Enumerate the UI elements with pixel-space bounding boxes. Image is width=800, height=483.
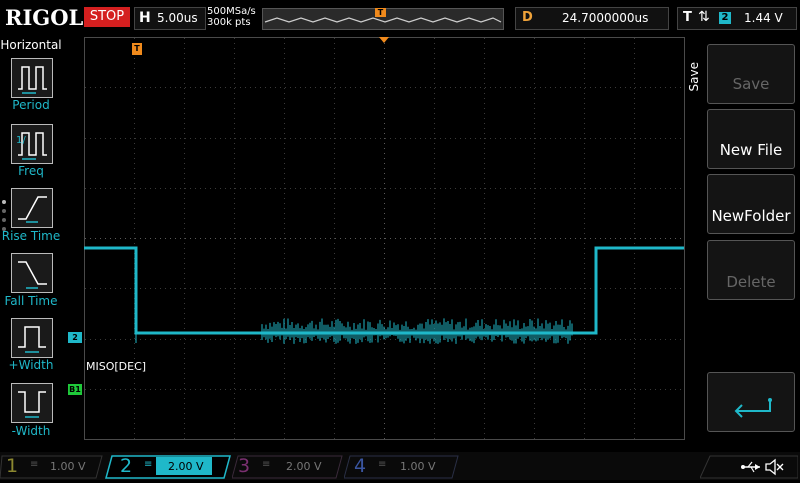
page-dot bbox=[2, 200, 6, 204]
overview-trigger-marker: T bbox=[375, 8, 386, 17]
svg-text:1/: 1/ bbox=[16, 135, 26, 146]
memory-overview-strip[interactable]: T bbox=[262, 8, 504, 30]
delay-box[interactable]: D 24.7000000us bbox=[515, 7, 669, 30]
timebase-box[interactable]: H 5.00us bbox=[134, 7, 206, 30]
channel-1-number: 1 bbox=[6, 455, 19, 477]
freq-icon: 1/ bbox=[16, 132, 47, 160]
channel-2-box[interactable]: 2 ≡ 2.00 V bbox=[104, 455, 232, 479]
brand-logo: RIGOL bbox=[5, 5, 84, 30]
new-file-button[interactable]: New File bbox=[707, 109, 795, 169]
measure-menu-title: Horizontal bbox=[0, 38, 62, 52]
run-stop-status[interactable]: STOP bbox=[84, 7, 130, 27]
save-menu-title: Save bbox=[687, 62, 701, 92]
period-icon bbox=[18, 66, 47, 94]
channel-2-number: 2 bbox=[120, 455, 133, 477]
fall-time-label: Fall Time bbox=[4, 294, 58, 308]
coupling-icon: ≡ bbox=[144, 459, 153, 470]
trigger-source-badge: 2 bbox=[719, 12, 731, 24]
trigger-letter: T bbox=[683, 10, 692, 25]
usb-icon bbox=[741, 461, 760, 473]
positive-width-button[interactable] bbox=[11, 318, 53, 358]
trigger-box[interactable]: T ⇅ 2 1.44 V bbox=[677, 7, 797, 30]
page-dot bbox=[2, 218, 6, 222]
coupling-icon: ≡ bbox=[378, 459, 387, 470]
trigger-position-marker: T bbox=[132, 43, 142, 55]
coupling-icon: ≡ bbox=[262, 459, 271, 470]
rise-time-icon bbox=[18, 196, 47, 223]
positive-width-label: +Width bbox=[8, 358, 54, 372]
positive-width-icon bbox=[18, 326, 46, 353]
save-button-label: Save bbox=[732, 75, 770, 93]
return-arrow-icon bbox=[734, 398, 772, 418]
timebase-value: 5.00us bbox=[157, 11, 198, 25]
delete-button[interactable]: Delete bbox=[707, 240, 795, 300]
period-label: Period bbox=[12, 98, 50, 112]
horizontal-letter: H bbox=[139, 10, 151, 26]
channel-3-number: 3 bbox=[238, 455, 251, 477]
save-button[interactable]: Save bbox=[707, 44, 795, 104]
fall-time-icon bbox=[18, 261, 47, 289]
trigger-level: 1.44 V bbox=[744, 11, 783, 25]
channel-1-scale: 1.00 V bbox=[50, 460, 86, 473]
channel-2-scale: 2.00 V bbox=[168, 460, 204, 473]
new-file-button-label: New File bbox=[719, 141, 783, 159]
coupling-icon: ≡ bbox=[30, 459, 39, 470]
rise-time-button[interactable] bbox=[11, 188, 53, 228]
page-dot bbox=[2, 209, 6, 213]
trigger-slope-icon: ⇅ bbox=[698, 9, 710, 25]
speaker-mute-icon[interactable] bbox=[764, 458, 784, 476]
memory-depth: 300k pts bbox=[207, 17, 251, 28]
rise-time-label: Rise Time bbox=[1, 229, 61, 243]
center-marker bbox=[379, 37, 389, 43]
channel-3-box[interactable]: 3 ≡ 2.00 V bbox=[232, 455, 344, 479]
delay-value: 24.7000000us bbox=[562, 11, 649, 25]
sample-rate: 500MSa/s bbox=[207, 6, 256, 17]
freq-button[interactable]: 1/ bbox=[11, 124, 53, 164]
acquisition-info: 500MSa/s 300k pts bbox=[207, 6, 256, 28]
period-button[interactable] bbox=[11, 58, 53, 98]
freq-label: Freq bbox=[18, 164, 44, 178]
channel-4-scale: 1.00 V bbox=[400, 460, 436, 473]
channel-4-box[interactable]: 4 ≡ 1.00 V bbox=[344, 455, 460, 479]
delay-letter: D bbox=[522, 10, 533, 25]
return-button[interactable] bbox=[707, 372, 795, 432]
channel-2-offset-marker[interactable]: 2 bbox=[68, 332, 82, 343]
bus-1-marker[interactable]: B1 bbox=[68, 384, 82, 395]
status-icons-area bbox=[699, 455, 799, 479]
waveform-display[interactable] bbox=[84, 37, 685, 440]
new-folder-button-label: NewFolder bbox=[711, 207, 791, 225]
decoder-label: MISO[DEC] bbox=[86, 360, 147, 373]
negative-width-icon bbox=[18, 391, 46, 418]
negative-width-button[interactable] bbox=[11, 383, 53, 423]
new-folder-button[interactable]: NewFolder bbox=[707, 174, 795, 234]
fall-time-button[interactable] bbox=[11, 253, 53, 293]
channel-3-scale: 2.00 V bbox=[286, 460, 322, 473]
delete-button-label: Delete bbox=[726, 273, 776, 291]
negative-width-label: -Width bbox=[11, 424, 51, 438]
channel-1-box[interactable]: 1 ≡ 1.00 V bbox=[0, 455, 104, 479]
channel-4-number: 4 bbox=[354, 455, 367, 477]
